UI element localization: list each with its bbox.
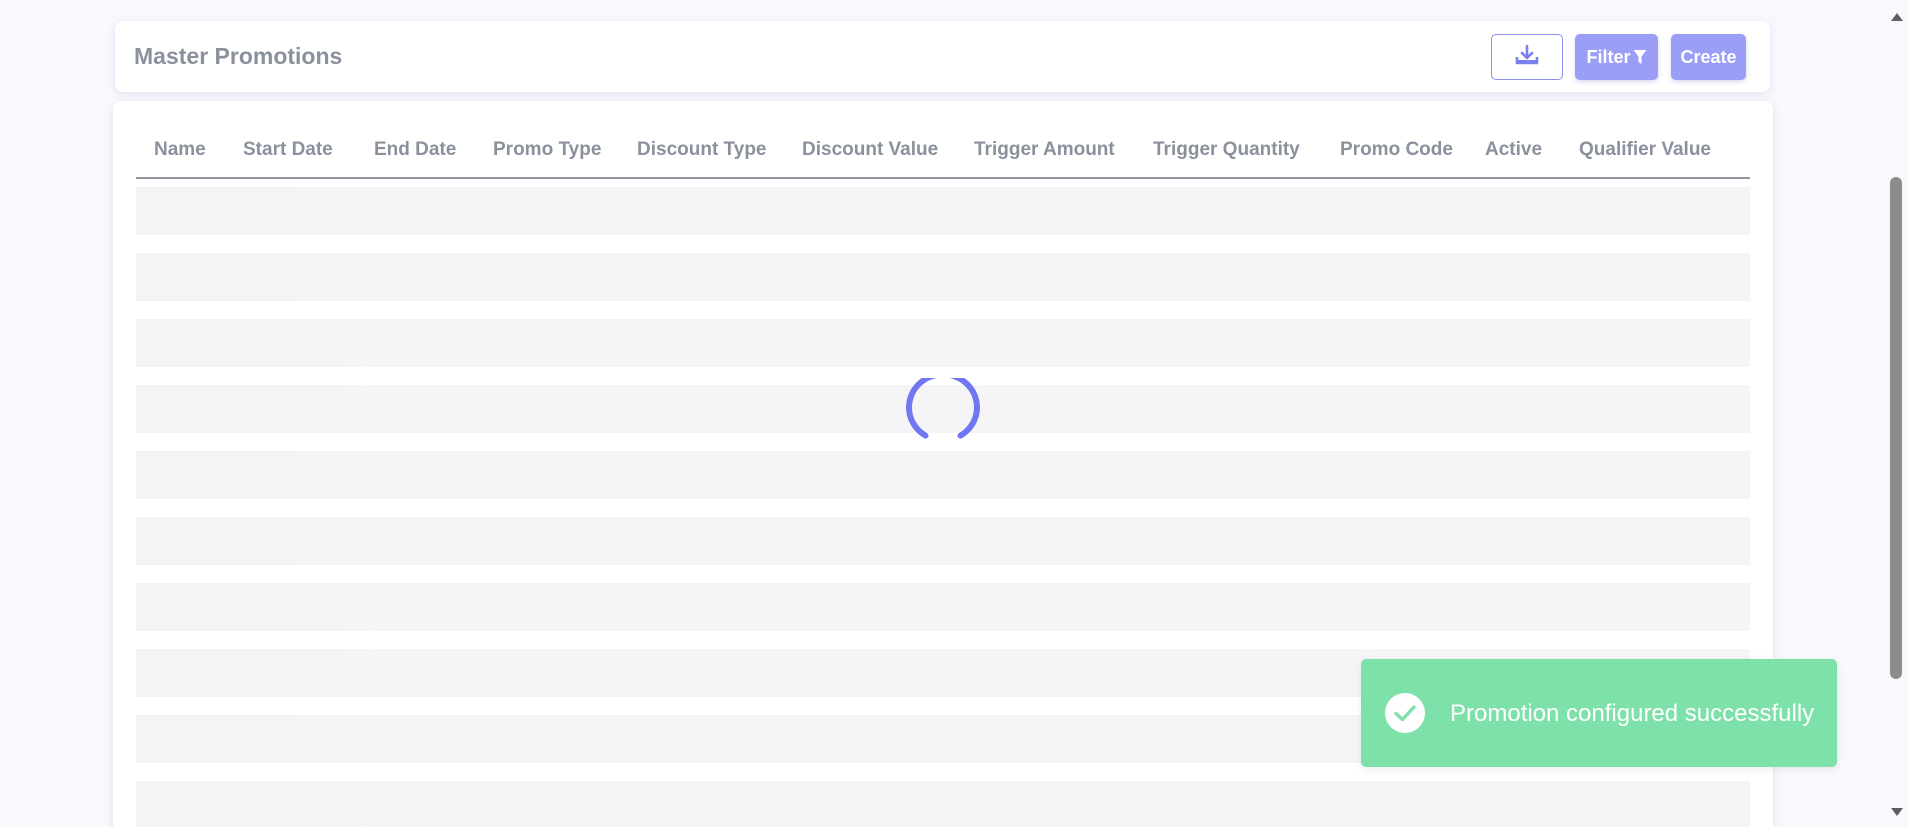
download-button[interactable] (1491, 34, 1563, 80)
table-row-placeholder (136, 517, 1750, 565)
create-button[interactable]: Create (1671, 34, 1746, 80)
table-row-placeholder (136, 451, 1750, 499)
column-header-active[interactable]: Active (1485, 139, 1542, 161)
loading-spinner (906, 371, 980, 444)
table-row-placeholder (136, 781, 1750, 827)
page: Master Promotions Filter Create Name Sta… (0, 0, 1908, 827)
column-header-name[interactable]: Name (154, 139, 206, 161)
table-row-placeholder (136, 319, 1750, 367)
toast-message: Promotion configured successfully (1450, 700, 1815, 727)
table-row-placeholder (136, 253, 1750, 301)
column-header-trigger-quantity[interactable]: Trigger Quantity (1153, 139, 1300, 161)
column-header-qualifier-value[interactable]: Qualifier Value (1579, 139, 1711, 161)
column-header-promo-type[interactable]: Promo Type (493, 139, 601, 161)
scroll-up-arrow-icon[interactable] (1889, 10, 1905, 28)
page-title: Master Promotions (134, 43, 343, 69)
funnel-icon (1633, 49, 1647, 65)
column-header-promo-code[interactable]: Promo Code (1340, 139, 1453, 161)
page-header: Master Promotions Filter Create (115, 21, 1770, 92)
table-header: Name Start Date End Date Promo Type Disc… (136, 123, 1750, 179)
column-header-start-date[interactable]: Start Date (243, 139, 333, 161)
success-toast[interactable]: Promotion configured successfully (1361, 659, 1837, 767)
column-header-trigger-amount[interactable]: Trigger Amount (974, 139, 1115, 161)
table-row-placeholder (136, 187, 1750, 235)
scroll-down-arrow-icon[interactable] (1889, 805, 1905, 823)
download-icon (1515, 44, 1539, 71)
table-row-placeholder (136, 583, 1750, 631)
filter-button-label: Filter (1586, 46, 1631, 67)
column-header-discount-value[interactable]: Discount Value (802, 139, 938, 161)
column-header-end-date[interactable]: End Date (374, 139, 456, 161)
check-circle-icon (1385, 693, 1425, 733)
scrollbar-thumb[interactable] (1890, 177, 1902, 679)
filter-button[interactable]: Filter (1575, 34, 1658, 80)
column-header-discount-type[interactable]: Discount Type (637, 139, 767, 161)
